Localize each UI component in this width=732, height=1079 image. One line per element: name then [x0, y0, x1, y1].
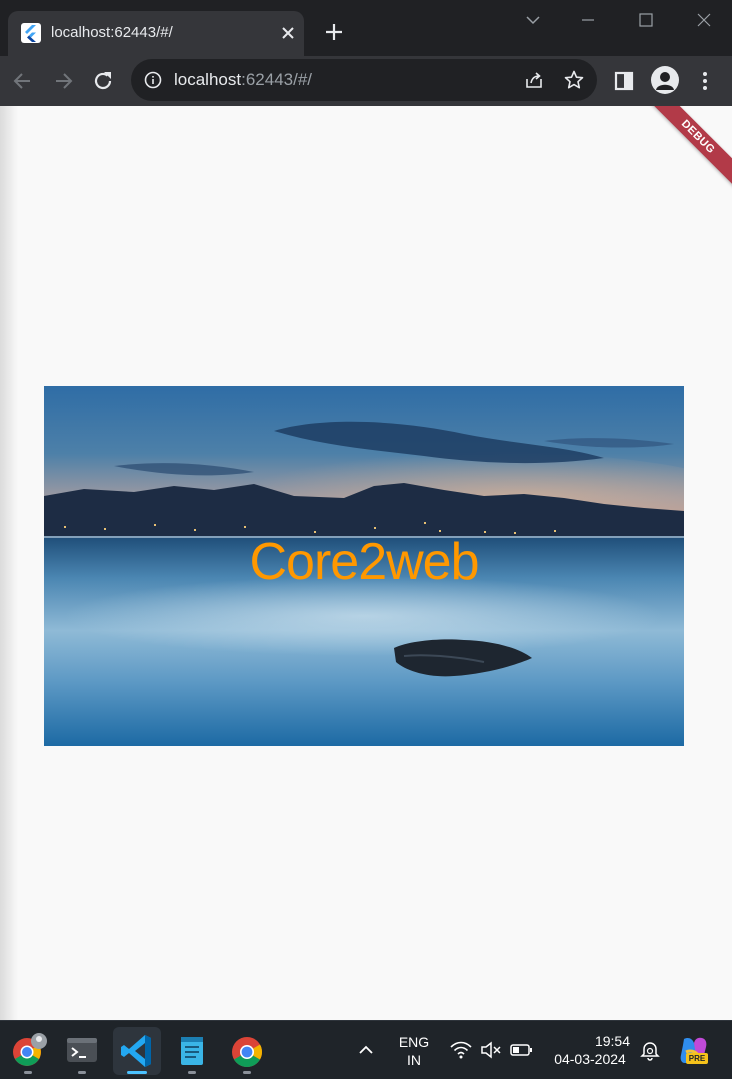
- bookmark-star-icon[interactable]: [563, 69, 585, 91]
- browser-toolbar: localhost:62443/#/: [0, 56, 732, 106]
- back-arrow-icon[interactable]: [10, 68, 36, 94]
- flutter-favicon-icon: [21, 23, 41, 43]
- url-path: :62443/#/: [241, 70, 313, 89]
- taskbar-chrome[interactable]: [223, 1027, 271, 1075]
- browser-tab[interactable]: localhost:62443/#/: [8, 11, 304, 56]
- running-indicator: [24, 1071, 32, 1074]
- profile-avatar-icon[interactable]: [651, 66, 679, 94]
- debug-banner: DEBUG: [646, 106, 732, 189]
- taskbar-chrome-profile[interactable]: [4, 1027, 52, 1075]
- language-region: IN: [407, 1052, 421, 1068]
- tab-close-icon[interactable]: [278, 22, 298, 44]
- volume-muted-icon[interactable]: [479, 1039, 503, 1061]
- reload-icon[interactable]: [90, 68, 116, 94]
- clock-time: 19:54: [594, 1033, 630, 1049]
- taskbar-notepad[interactable]: [168, 1027, 216, 1075]
- share-icon[interactable]: [523, 69, 545, 91]
- url-text[interactable]: localhost:62443/#/: [174, 70, 312, 90]
- tab-search-chevron-icon[interactable]: [521, 8, 545, 32]
- show-hidden-icons-chevron-icon[interactable]: [354, 1038, 378, 1062]
- minimize-icon[interactable]: [576, 8, 600, 32]
- terminal-icon: [67, 1038, 97, 1062]
- maximize-icon[interactable]: [634, 8, 658, 32]
- clock[interactable]: 19:54 04-03-2024: [546, 1032, 634, 1068]
- url-host: localhost: [174, 70, 242, 89]
- more-menu-icon[interactable]: [692, 68, 718, 94]
- running-indicator: [243, 1071, 251, 1074]
- taskbar-terminal[interactable]: [58, 1027, 106, 1075]
- clock-date: 04-03-2024: [554, 1051, 626, 1067]
- notepad-icon: [181, 1037, 203, 1065]
- windows-taskbar: ENG IN 19:54 04-03-2024 PRE: [0, 1020, 732, 1079]
- new-tab-plus-icon[interactable]: [322, 20, 346, 44]
- hero-title: Core2web: [249, 533, 479, 591]
- copilot-pre-badge: PRE: [686, 1053, 708, 1064]
- side-panel-icon[interactable]: [611, 68, 637, 94]
- active-indicator: [127, 1071, 147, 1074]
- running-indicator: [188, 1071, 196, 1074]
- wifi-icon[interactable]: [449, 1039, 473, 1061]
- notification-bell-icon[interactable]: [638, 1038, 662, 1062]
- chrome-icon: [232, 1037, 263, 1068]
- forward-arrow-icon[interactable]: [50, 68, 76, 94]
- vscode-icon: [121, 1035, 151, 1067]
- language-indicator[interactable]: ENG IN: [392, 1033, 436, 1069]
- chrome-profile-icon: [13, 1033, 47, 1066]
- taskbar-vscode[interactable]: [113, 1027, 161, 1075]
- site-info-icon[interactable]: [144, 71, 162, 89]
- tab-title: localhost:62443/#/: [51, 24, 173, 41]
- language-code: ENG: [398, 1034, 430, 1050]
- tab-strip: localhost:62443/#/: [0, 0, 732, 56]
- copilot-icon[interactable]: PRE: [676, 1033, 710, 1067]
- page-viewport: DEBUG Core2web: [0, 106, 732, 1020]
- left-edge-shadow: [0, 106, 18, 1020]
- address-bar[interactable]: localhost:62443/#/: [131, 59, 597, 101]
- close-window-icon[interactable]: [692, 8, 716, 32]
- battery-icon[interactable]: [509, 1039, 533, 1061]
- hero-image: Core2web: [44, 386, 684, 746]
- running-indicator: [78, 1071, 86, 1074]
